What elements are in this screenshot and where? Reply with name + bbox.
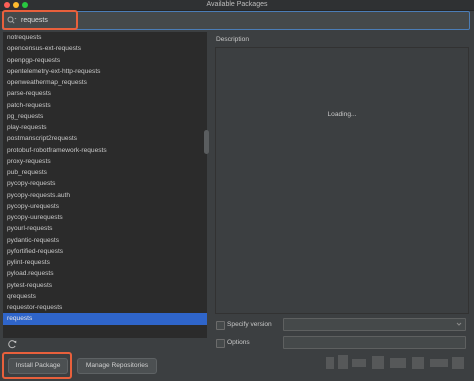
options-label: Options (227, 339, 250, 346)
package-list-item[interactable]: opencensus-ext-requests (3, 43, 207, 54)
package-list-item[interactable]: openpgp-requests (3, 55, 207, 66)
chevron-down-icon (456, 321, 462, 327)
package-list-item[interactable]: postmanscript2requests (3, 133, 207, 144)
package-list-item[interactable]: qrequests (3, 291, 207, 302)
package-list-item[interactable]: openweathermap_requests (3, 77, 207, 88)
search-field[interactable] (2, 11, 470, 30)
package-list-item[interactable]: pub_requests (3, 167, 207, 178)
package-list-item[interactable]: play-requests (3, 122, 207, 133)
package-list-item[interactable]: parse-requests (3, 88, 207, 99)
package-list-item[interactable]: patch-requests (3, 100, 207, 111)
package-list-item[interactable]: protobuf-robotframework-requests (3, 145, 207, 156)
package-list-item[interactable]: opentelemetry-ext-http-requests (3, 66, 207, 77)
package-list-item[interactable]: notrequests (3, 32, 207, 43)
specify-version-checkbox[interactable] (216, 321, 225, 330)
watermark-logo (322, 350, 470, 376)
package-list-item[interactable]: pydantic-requests (3, 235, 207, 246)
window-title: Available Packages (206, 1, 268, 8)
package-list-item[interactable]: pycopy-urequests (3, 201, 207, 212)
loading-text: Loading... (327, 111, 357, 118)
package-list-item[interactable]: pytest-requests (3, 280, 207, 291)
options-checkbox[interactable] (216, 339, 225, 348)
search-icon (7, 16, 17, 25)
package-list-item[interactable]: requests (3, 313, 207, 325)
install-package-button[interactable]: Install Package (8, 358, 68, 374)
version-dropdown[interactable] (283, 318, 466, 331)
package-list-item[interactable]: proxy-requests (3, 156, 207, 167)
package-list-item[interactable]: pg_requests (3, 111, 207, 122)
package-list-scrollbar[interactable] (204, 130, 209, 154)
package-list-item[interactable]: pycopy-uurequests (3, 212, 207, 223)
manage-repositories-button[interactable]: Manage Repositories (77, 358, 157, 374)
search-input[interactable] (21, 12, 221, 29)
package-list-item[interactable]: pycopy-requests.auth (3, 190, 207, 201)
title-bar: Available Packages (0, 0, 474, 11)
refresh-icon[interactable] (7, 339, 18, 350)
package-list-item[interactable]: pycopy-requests (3, 178, 207, 189)
package-list-item[interactable]: pyfortified-requests (3, 246, 207, 257)
package-list-item[interactable]: pylint-requests (3, 257, 207, 268)
options-input[interactable] (283, 336, 466, 349)
specify-version-label: Specify version (227, 321, 272, 328)
description-panel: Loading... (215, 47, 469, 314)
description-label: Description (216, 36, 249, 43)
package-list-item[interactable]: pyourl-requests (3, 223, 207, 234)
package-list[interactable]: notrequests opencensus-ext-requests openpg… (3, 32, 207, 338)
package-list-item[interactable]: pyload.requests (3, 268, 207, 279)
package-list-item[interactable]: requestor-requests (3, 302, 207, 313)
